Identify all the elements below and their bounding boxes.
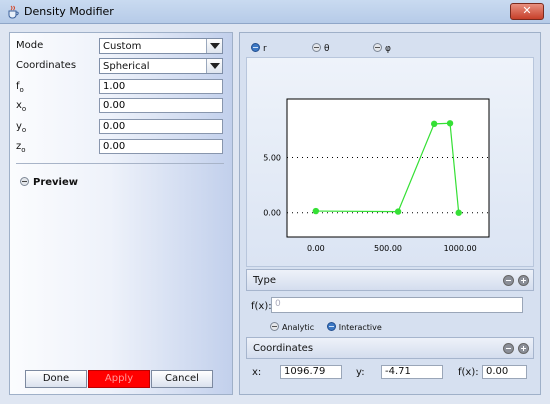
plus-icon[interactable]	[518, 275, 529, 286]
y0-field[interactable]	[99, 119, 223, 134]
close-button[interactable]: ✕	[510, 3, 544, 20]
plus-icon[interactable]	[518, 343, 529, 354]
y0-label: yo	[16, 121, 26, 134]
dimension-tabs: r θ φ	[248, 43, 528, 57]
coordinates-section-header: Coordinates	[246, 337, 534, 359]
x0-field[interactable]	[99, 98, 223, 113]
apply-button[interactable]: Apply	[88, 370, 150, 388]
y-tick-label: 5.00	[263, 154, 281, 163]
y0-subscript: o	[21, 126, 27, 134]
java-cup-icon	[8, 5, 19, 19]
coordinates-section-body: x: 1096.79 y: -4.71 f(x): 0.00	[246, 360, 534, 386]
close-icon: ✕	[522, 4, 532, 17]
type-section-body: f(x): 0 Analytic Interactive	[246, 292, 534, 336]
data-point	[430, 120, 438, 128]
f0-label: fo	[16, 81, 24, 94]
settings-panel: Mode Custom Coordinates Spherical fo xo …	[9, 32, 233, 395]
radio-icon	[373, 43, 382, 52]
title-bar: Density Modifier ✕	[0, 0, 550, 24]
type-section-title: Type	[253, 275, 276, 286]
tab-theta-label: θ	[324, 44, 330, 54]
collapse-icon	[20, 177, 29, 186]
y-tick-label: 0.00	[263, 209, 281, 218]
mode-select[interactable]: Custom	[99, 38, 223, 54]
mode-options: Analytic Interactive	[270, 322, 392, 332]
f0-row: fo	[16, 79, 226, 95]
tab-phi-label: φ	[385, 44, 391, 54]
chevron-down-icon[interactable]	[206, 39, 222, 53]
tab-theta[interactable]: θ	[312, 43, 330, 54]
fx-coord-label: f(x):	[458, 367, 479, 378]
minus-icon[interactable]	[503, 343, 514, 354]
mode-value: Custom	[103, 41, 142, 52]
tab-r[interactable]: r	[251, 43, 267, 54]
z0-label: zo	[16, 141, 26, 154]
coordinate-readout: x: 1096.79 y: -4.71 f(x): 0.00	[250, 365, 534, 381]
x-tick-label: 500.00	[374, 244, 402, 253]
y-value: -4.71	[381, 365, 443, 379]
radio-selected-icon	[326, 322, 336, 331]
analytic-option[interactable]: Analytic	[270, 322, 315, 332]
data-point	[446, 120, 454, 127]
plot-frame	[286, 98, 490, 238]
coordinates-value: Spherical	[103, 61, 150, 72]
analytic-label: Analytic	[282, 323, 315, 332]
mode-label: Mode	[16, 40, 44, 51]
divider	[16, 163, 224, 164]
window-title: Density Modifier	[24, 5, 114, 18]
f0-field[interactable]	[99, 79, 223, 94]
preview-label: Preview	[33, 177, 79, 188]
minus-icon[interactable]	[503, 275, 514, 286]
interactive-option[interactable]: Interactive	[326, 322, 382, 332]
fx-value: 0.00	[482, 365, 527, 379]
interactive-label: Interactive	[338, 323, 382, 332]
z0-field[interactable]	[99, 139, 223, 154]
coordinates-row: Coordinates Spherical	[16, 58, 226, 74]
mode-row: Mode Custom	[16, 38, 226, 54]
chevron-down-icon[interactable]	[206, 59, 222, 73]
tab-phi[interactable]: φ	[373, 43, 391, 54]
preview-toggle[interactable]: Preview	[20, 177, 78, 188]
radio-selected-icon	[251, 43, 260, 52]
coordinates-label: Coordinates	[16, 60, 77, 71]
fx-label: f(x):	[251, 301, 272, 312]
type-section-header: Type	[246, 269, 534, 291]
z0-row: zo	[16, 139, 226, 155]
function-editor-panel: r θ φ 0.00 5.00 0.00 500.00 1000.00 Type f(x…	[239, 32, 541, 395]
tab-r-label: r	[263, 44, 267, 54]
x0-label: xo	[16, 100, 26, 113]
data-point	[312, 207, 320, 215]
radio-icon	[270, 322, 279, 331]
done-button[interactable]: Done	[25, 370, 87, 388]
f0-subscript: o	[19, 86, 24, 94]
coordinates-section-title: Coordinates	[253, 343, 314, 354]
x-value: 1096.79	[280, 365, 342, 379]
cancel-button[interactable]: Cancel	[151, 370, 213, 388]
x-tick-label: 1000.00	[444, 244, 477, 253]
y0-row: yo	[16, 119, 226, 135]
z0-subscript: o	[21, 146, 26, 154]
x-tick-label: 0.00	[307, 244, 325, 253]
data-point	[455, 209, 462, 216]
plot-area: 0.00 5.00 0.00 500.00 1000.00	[246, 57, 534, 267]
y-label: y:	[356, 367, 365, 378]
fx-placeholder: 0	[275, 299, 281, 309]
density-plot[interactable]: 0.00 5.00 0.00 500.00 1000.00	[247, 58, 535, 268]
x0-subscript: o	[21, 105, 27, 113]
radio-icon	[312, 43, 321, 52]
coordinates-select[interactable]: Spherical	[99, 58, 223, 74]
x0-row: xo	[16, 98, 226, 114]
fx-input[interactable]: 0	[271, 297, 523, 313]
data-point	[394, 208, 402, 215]
x-label: x:	[252, 367, 262, 378]
